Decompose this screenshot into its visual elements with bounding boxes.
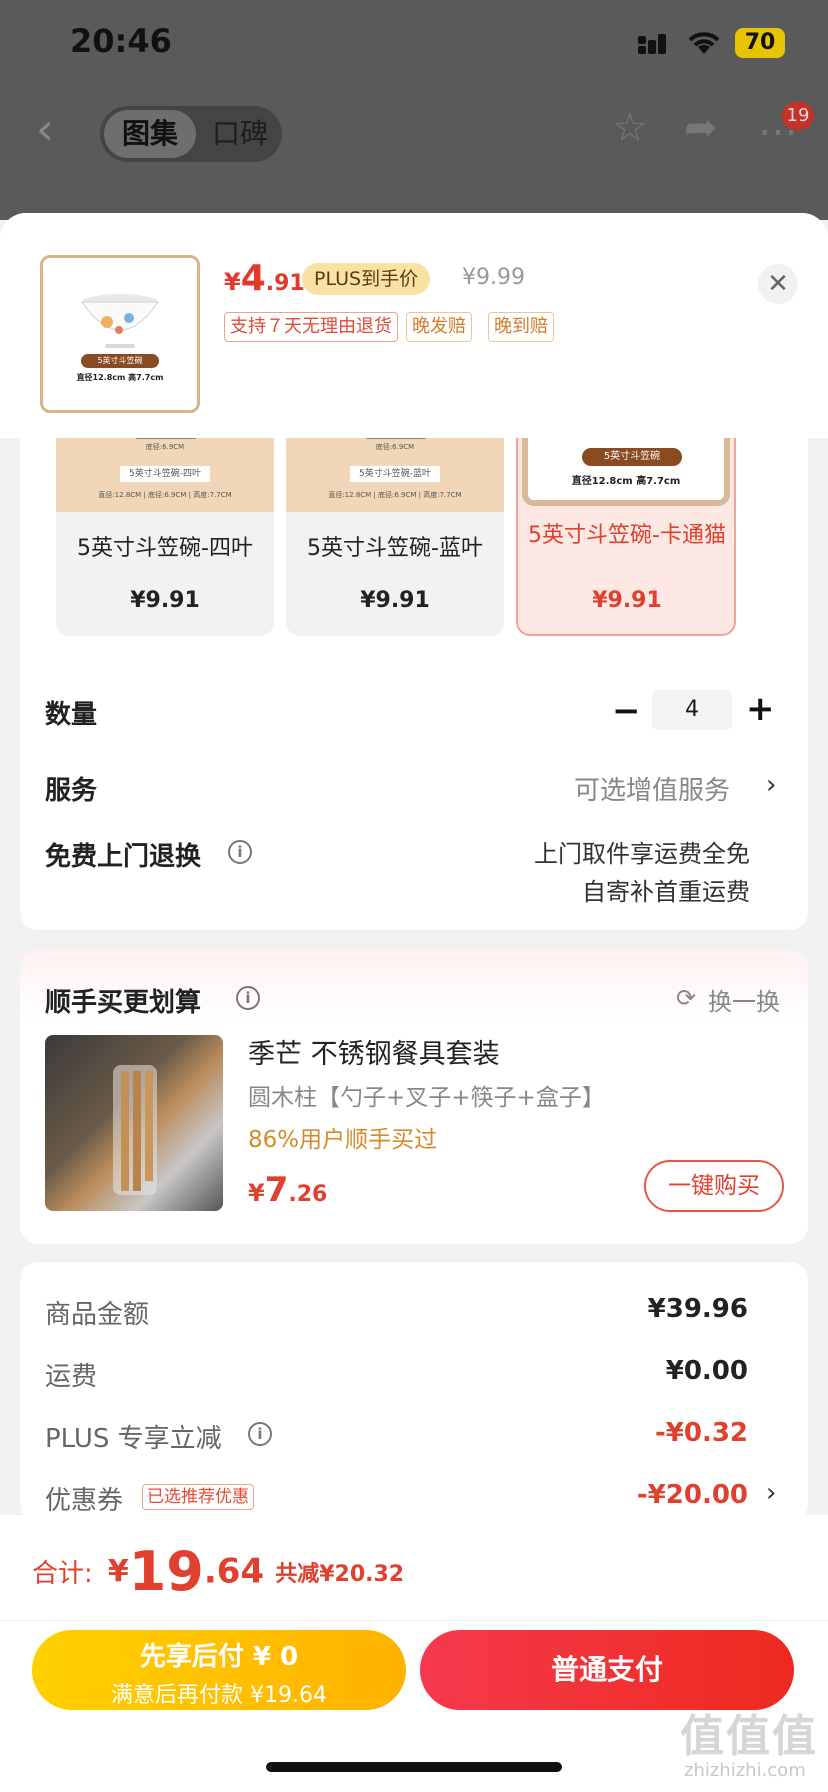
coupon-value[interactable]: -¥20.00 — [637, 1480, 748, 1510]
recommend-title: 顺手买更划算 — [45, 988, 202, 1018]
cellular-signal-icon — [638, 34, 666, 56]
coupon-tag: 已选推荐优惠 — [142, 1484, 254, 1510]
total-decimal: .64 — [203, 1551, 265, 1592]
option-image-label: 5英寸斗笠碗-四叶 — [120, 466, 210, 482]
late-arrival-tag: 晚到赔 — [488, 312, 554, 342]
home-indicator — [266, 1762, 562, 1772]
plus-discount-label: PLUS 专享立减 — [45, 1424, 222, 1454]
quantity-label: 数量 — [45, 700, 98, 730]
free-return-line2: 自寄补首重运费 — [582, 878, 750, 906]
price-integer: 4 — [240, 258, 266, 299]
total-label: 合计: — [32, 1559, 93, 1589]
recommend-price: ¥7.26 — [248, 1170, 327, 1210]
shipping-value: ¥0.00 — [665, 1356, 748, 1386]
info-icon[interactable]: i — [236, 986, 260, 1010]
option-card-sitye[interactable]: 底径:6.9CM 5英寸斗笠碗-四叶 直径:12.8CM | 底径:6.9CM … — [56, 438, 274, 636]
chevron-right-icon[interactable]: › — [766, 1478, 776, 1508]
tab-reviews[interactable]: 口碑 — [200, 110, 280, 158]
price-decimal: .26 — [288, 1182, 328, 1207]
option-name: 5英寸斗笠碗-卡通猫 — [528, 523, 726, 548]
option-image-dims: 直径12.8cm 高7.7cm — [571, 476, 681, 487]
refresh-icon[interactable]: ⟳ — [676, 984, 696, 1012]
currency-symbol: ¥ — [224, 268, 241, 296]
option-image-dims: 直径:12.8CM | 底径:6.9CM | 高度:7.7CM — [98, 491, 232, 499]
shipping-label: 运费 — [45, 1362, 98, 1392]
one-click-buy-button[interactable]: 一键购买 — [644, 1160, 784, 1212]
goods-amount-value: ¥39.96 — [647, 1294, 748, 1324]
pay-later-button[interactable]: 先享后付 ¥ 0 满意后再付款 ¥19.64 — [32, 1630, 406, 1710]
free-return-line1: 上门取件享运费全免 — [534, 840, 750, 868]
quantity-decrease-button[interactable]: − — [612, 694, 641, 728]
option-image-label: 5英寸斗笠碗-蓝叶 — [350, 466, 440, 482]
header-price: ¥4.91 — [224, 258, 305, 299]
back-icon[interactable]: ‹ — [36, 108, 54, 152]
option-card-katongmao-selected[interactable]: 5英寸斗笠碗 直径12.8cm 高7.7cm 5英寸斗笠碗-卡通猫 ¥9.91 — [516, 438, 736, 636]
option-image-top: 底径:6.9CM — [375, 443, 415, 451]
chevron-right-icon[interactable]: › — [766, 770, 776, 800]
option-image: 底径:6.9CM 5英寸斗笠碗-蓝叶 直径:12.8CM | 底径:6.9CM … — [286, 438, 504, 512]
total-amount: 合计: ¥19.64 共减¥20.32 — [32, 1540, 404, 1603]
service-label: 服务 — [45, 776, 98, 806]
recommend-product-desc: 圆木柱【勺子+叉子+筷子+盒子】 — [248, 1085, 605, 1111]
thumb-label: 5英寸斗笠碗 — [81, 354, 159, 368]
favorite-star-icon[interactable]: ☆ — [612, 108, 648, 148]
plus-discount-value: -¥0.32 — [654, 1418, 748, 1448]
option-name: 5英寸斗笠碗-蓝叶 — [307, 536, 483, 561]
option-image-top: 底径:6.9CM — [145, 443, 185, 451]
thumb-dims: 直径12.8cm 高7.7cm — [76, 373, 164, 382]
total-integer: 19 — [128, 1540, 204, 1603]
recommend-product-image[interactable] — [45, 1035, 223, 1211]
option-price: ¥9.91 — [360, 588, 430, 613]
recommend-product-name[interactable]: 季芒 不锈钢餐具套装 — [248, 1032, 500, 1071]
quantity-increase-button[interactable]: + — [746, 692, 775, 726]
recommend-stat: 86%用户顺手买过 — [248, 1127, 438, 1153]
price-decimal: .91 — [265, 271, 305, 296]
product-thumbnail[interactable]: 5英寸斗笠碗 直径12.8cm 高7.7cm — [40, 255, 200, 413]
option-price: ¥9.91 — [130, 588, 200, 613]
free-return-label: 免费上门退换 — [45, 842, 202, 872]
pay-later-line1: 先享后付 ¥ 0 — [139, 1642, 299, 1672]
coupon-label: 优惠券 — [45, 1486, 124, 1516]
service-value[interactable]: 可选增值服务 — [574, 770, 730, 807]
status-time: 20:46 — [70, 22, 172, 60]
goods-amount-label: 商品金额 — [45, 1300, 150, 1330]
info-icon[interactable]: i — [248, 1422, 272, 1446]
info-icon[interactable]: i — [228, 840, 252, 864]
refresh-button[interactable]: 换一换 — [708, 982, 780, 1017]
pay-later-line2: 满意后再付款 ¥19.64 — [111, 1683, 327, 1708]
option-image-dims: 直径:12.8CM | 底径:6.9CM | 高度:7.7CM — [328, 491, 462, 499]
plus-price-badge: PLUS到手价 — [302, 263, 431, 295]
option-image: 5英寸斗笠碗 直径12.8cm 高7.7cm — [522, 438, 730, 506]
currency-symbol: ¥ — [248, 1179, 265, 1207]
share-icon[interactable]: ➦ — [684, 108, 718, 148]
option-image: 底径:6.9CM 5英寸斗笠碗-四叶 直径:12.8CM | 底径:6.9CM … — [56, 438, 274, 512]
wifi-icon — [686, 28, 722, 62]
battery-indicator: 70 — [735, 28, 785, 58]
watermark-url: zhizhizhi.com — [684, 1760, 806, 1781]
total-saved: 共减¥20.32 — [275, 1561, 405, 1587]
option-name: 5英寸斗笠碗-四叶 — [77, 536, 253, 561]
return-policy-tag: 支持７天无理由退货 — [224, 312, 398, 342]
original-price: ¥9.99 — [462, 265, 525, 290]
price-integer: 7 — [264, 1170, 289, 1210]
quantity-input[interactable]: 4 — [652, 690, 732, 730]
message-badge: 19 — [782, 102, 814, 130]
option-image-label: 5英寸斗笠碗 — [582, 448, 682, 466]
tab-gallery[interactable]: 图集 — [104, 110, 196, 158]
currency-symbol: ¥ — [107, 1554, 129, 1589]
divider — [0, 1620, 828, 1621]
watermark-logo: 值值值 — [680, 1711, 818, 1762]
pay-normal-button[interactable]: 普通支付 — [420, 1630, 794, 1710]
option-price: ¥9.91 — [592, 588, 662, 613]
late-ship-tag: 晚发赔 — [406, 312, 472, 342]
option-card-lanye[interactable]: 底径:6.9CM 5英寸斗笠碗-蓝叶 直径:12.8CM | 底径:6.9CM … — [286, 438, 504, 636]
bowl-image — [81, 294, 159, 348]
close-icon[interactable]: ✕ — [758, 264, 798, 304]
